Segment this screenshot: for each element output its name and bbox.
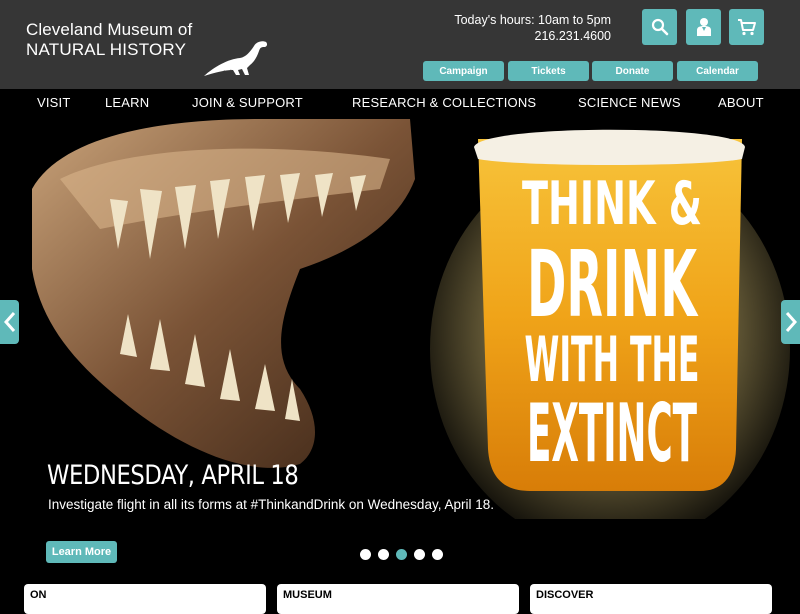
site-header: Cleveland Museum of NATURAL HISTORY Toda… — [0, 0, 800, 89]
carousel-dot-3[interactable] — [396, 549, 407, 560]
carousel-dot-4[interactable] — [414, 549, 425, 560]
member-button[interactable] — [686, 9, 721, 45]
card-on[interactable]: ON — [24, 584, 266, 614]
carousel-dots — [360, 549, 443, 560]
cart-button[interactable] — [729, 9, 764, 45]
search-button[interactable] — [642, 9, 677, 45]
logo-line-2: NATURAL HISTORY — [26, 40, 187, 59]
tickets-link[interactable]: Tickets — [508, 61, 589, 81]
nav-research-collections[interactable]: RESEARCH & COLLECTIONS — [352, 95, 536, 110]
nav-science-news[interactable]: SCIENCE NEWS — [578, 95, 681, 110]
search-icon — [651, 18, 668, 36]
hero-image: THINK & DRINK WITH THE EXTINCT — [32, 119, 790, 519]
glass-text-line-3: WITH THE — [525, 323, 700, 396]
nav-visit[interactable]: VISIT — [37, 95, 71, 110]
member-icon — [696, 18, 711, 36]
carousel-dot-1[interactable] — [360, 549, 371, 560]
hero-title: WEDNESDAY, APRIL 18 — [47, 460, 299, 491]
hero-carousel: THINK & DRINK WITH THE EXTINCT — [0, 119, 800, 519]
logo-line-1: Cleveland Museum of — [26, 20, 193, 39]
glass-text-line-2: DRINK — [527, 231, 699, 338]
campaign-link[interactable]: Campaign — [423, 61, 504, 81]
card-museum-title: MUSEUM — [283, 589, 332, 601]
donate-link[interactable]: Donate — [592, 61, 673, 81]
nav-join-support[interactable]: JOIN & SUPPORT — [192, 95, 303, 110]
card-discover[interactable]: DISCOVER — [530, 584, 772, 614]
learn-more-button[interactable]: Learn More — [46, 541, 117, 563]
hero-description: Investigate flight in all its forms at #… — [48, 497, 494, 512]
hours-info: Today's hours: 10am to 5pm 216.231.4600 — [454, 12, 611, 44]
glass-text-line-1: THINK & — [522, 169, 702, 239]
cart-icon — [737, 19, 756, 36]
card-on-title: ON — [30, 589, 47, 601]
carousel-dot-5[interactable] — [432, 549, 443, 560]
carousel-next-button[interactable] — [781, 300, 800, 344]
dinosaur-logo-icon — [204, 41, 268, 76]
card-discover-title: DISCOVER — [536, 589, 594, 601]
carousel-dot-2[interactable] — [378, 549, 389, 560]
chevron-right-icon — [785, 312, 797, 332]
site-logo[interactable]: Cleveland Museum of NATURAL HISTORY — [26, 20, 268, 76]
carousel-prev-button[interactable] — [0, 300, 19, 344]
calendar-link[interactable]: Calendar — [677, 61, 758, 81]
nav-learn[interactable]: LEARN — [105, 95, 149, 110]
nav-about[interactable]: ABOUT — [718, 95, 764, 110]
main-nav: VISIT LEARN JOIN & SUPPORT RESEARCH & CO… — [0, 89, 800, 119]
glass-text-line-4: EXTINCT — [527, 387, 697, 480]
card-museum[interactable]: MUSEUM — [277, 584, 519, 614]
phone-number[interactable]: 216.231.4600 — [454, 28, 611, 44]
chevron-left-icon — [3, 312, 15, 332]
hours-text: Today's hours: 10am to 5pm — [454, 13, 611, 27]
